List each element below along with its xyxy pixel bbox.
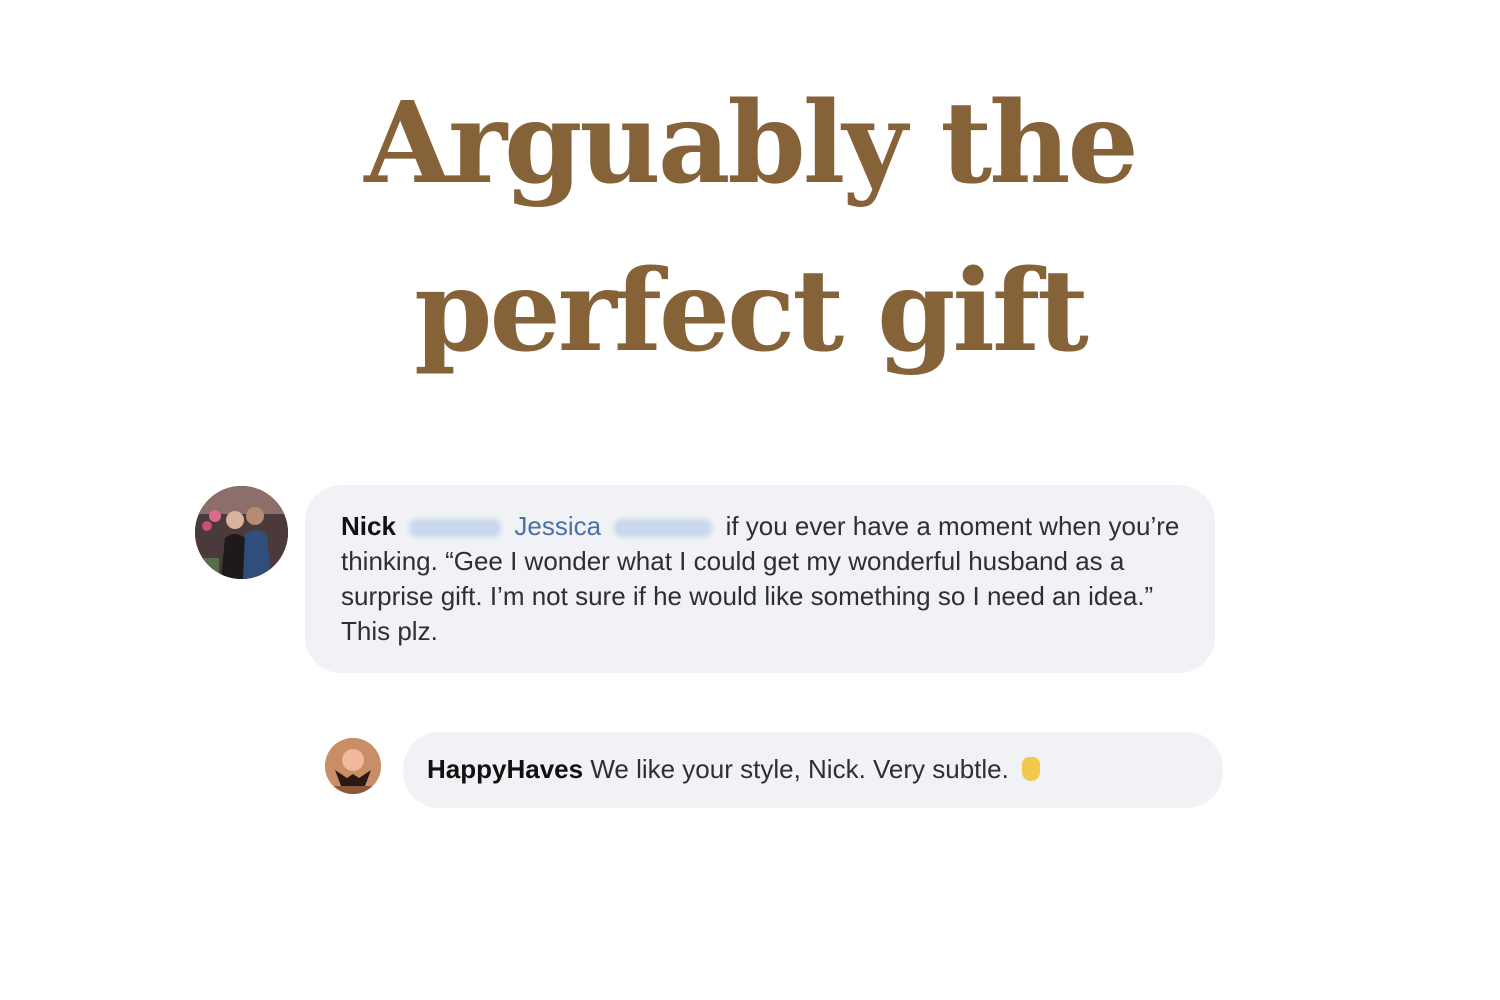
redacted-surname bbox=[614, 519, 713, 538]
comment-mention[interactable]: Jessica bbox=[514, 511, 601, 541]
comment-author[interactable]: Nick bbox=[341, 511, 396, 541]
headline-line-2: perfect gift bbox=[414, 246, 1089, 377]
comment-bubble-happyhaves: HappyHaves We like your style, Nick. Ver… bbox=[403, 732, 1223, 808]
headline: Arguably the perfect gift bbox=[0, 60, 1500, 396]
avatar-happyhaves[interactable] bbox=[325, 738, 381, 794]
avatar-photo-icon bbox=[195, 486, 288, 579]
avatar-photo-icon bbox=[325, 738, 381, 794]
comment-author[interactable]: HappyHaves bbox=[427, 754, 583, 784]
avatar-nick[interactable] bbox=[195, 486, 288, 579]
redacted-surname bbox=[409, 519, 502, 538]
headline-line-1: Arguably the bbox=[364, 78, 1139, 209]
page: Arguably the perfect gift Nick Jessica i… bbox=[0, 0, 1500, 1000]
ok-hand-emoji-icon bbox=[1022, 757, 1041, 781]
comment-text: We like your style, Nick. Very subtle. bbox=[590, 754, 1009, 784]
comment-bubble-nick: Nick Jessica if you ever have a moment w… bbox=[305, 485, 1215, 673]
